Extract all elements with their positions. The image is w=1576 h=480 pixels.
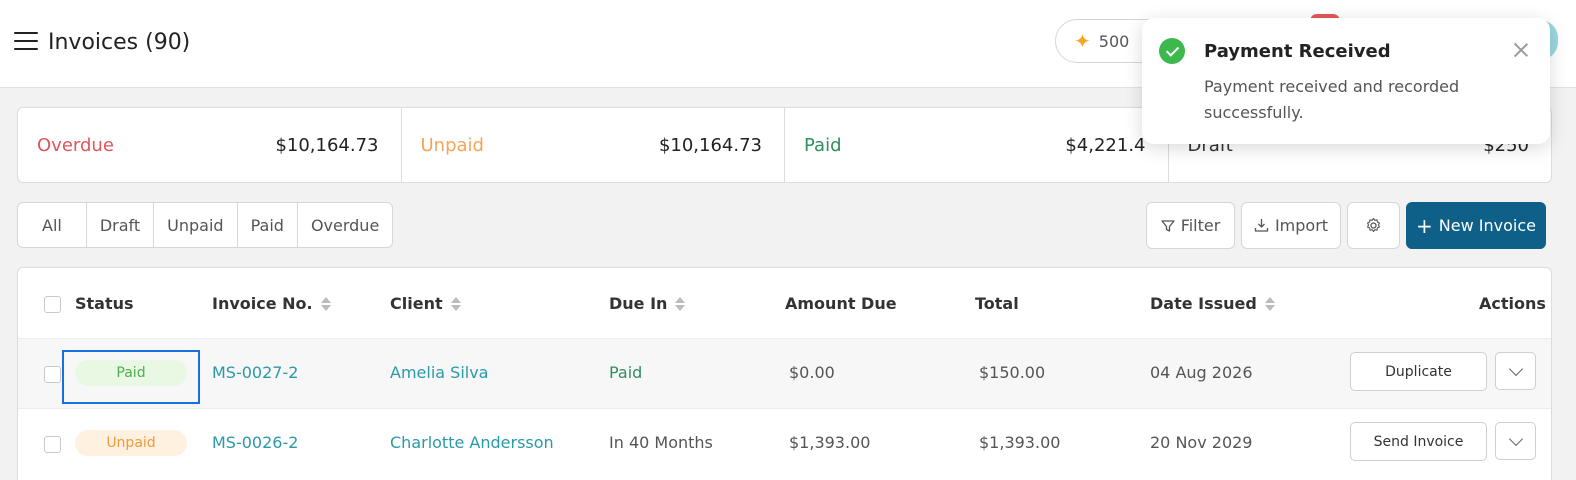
table-row[interactable]: Paid MS-0027-2 Amelia Silva Paid $0.00 $…: [18, 338, 1551, 408]
status-tabs: All Draft Unpaid Paid Overdue: [17, 202, 394, 248]
more-actions-button[interactable]: [1495, 422, 1536, 460]
column-header-client[interactable]: Client: [390, 294, 461, 313]
tab-unpaid[interactable]: Unpaid: [154, 203, 238, 247]
client-link[interactable]: Amelia Silva: [390, 363, 488, 382]
row-checkbox[interactable]: [44, 436, 61, 453]
menu-icon[interactable]: [14, 32, 38, 50]
summary-value: $4,221.4: [1065, 134, 1146, 156]
summary-overdue[interactable]: Overdue $10,164.73: [18, 108, 402, 182]
due-in: Paid: [609, 363, 643, 382]
credits-count: 500: [1098, 31, 1130, 51]
date-issued: 20 Nov 2029: [1150, 433, 1253, 452]
total: $1,393.00: [979, 433, 1061, 452]
column-header-date-issued[interactable]: Date Issued: [1150, 294, 1275, 313]
column-header-status: Status: [75, 294, 134, 313]
sort-icon: [450, 296, 461, 311]
total: $150.00: [979, 363, 1046, 382]
sort-icon: [320, 296, 331, 311]
amount-due: $1,393.00: [789, 433, 871, 452]
client-link[interactable]: Charlotte Andersson: [390, 433, 554, 452]
column-header-actions: Actions: [1479, 294, 1546, 313]
duplicate-button[interactable]: Duplicate: [1350, 352, 1487, 391]
summary-unpaid[interactable]: Unpaid $10,164.73: [402, 108, 785, 182]
import-label: Import: [1274, 216, 1329, 235]
chevron-down-icon: [1508, 361, 1523, 376]
row-checkbox[interactable]: [44, 366, 61, 383]
download-icon: [1254, 219, 1269, 232]
summary-paid[interactable]: Paid $4,221.4: [785, 108, 1169, 182]
new-invoice-label: New Invoice: [1438, 216, 1536, 235]
focus-outline: [62, 350, 200, 404]
due-in: In 40 Months: [609, 433, 713, 452]
check-circle-icon: [1159, 38, 1185, 64]
summary-label: Overdue: [37, 134, 114, 156]
column-header-invoice-no[interactable]: Invoice No.: [212, 294, 331, 313]
filter-label: Filter: [1180, 216, 1221, 235]
plus-icon: +: [1416, 213, 1433, 238]
date-issued: 04 Aug 2026: [1150, 363, 1253, 382]
select-all-checkbox[interactable]: [44, 296, 61, 313]
toast-message: Payment received and recorded successful…: [1204, 77, 1460, 122]
more-actions-button[interactable]: [1495, 352, 1536, 390]
gear-icon: [1367, 217, 1380, 233]
status-badge: Unpaid: [75, 430, 187, 456]
filter-icon: [1161, 219, 1175, 232]
invoices-table: Status Invoice No. Client Due In Amount …: [17, 267, 1552, 480]
summary-value: $10,164.73: [275, 134, 379, 156]
import-button[interactable]: Import: [1241, 202, 1341, 249]
summary-label: Unpaid: [420, 134, 484, 156]
tab-paid[interactable]: Paid: [238, 203, 298, 247]
table-row[interactable]: Unpaid MS-0026-2 Charlotte Andersson In …: [18, 408, 1551, 478]
chevron-down-icon: [1508, 431, 1523, 446]
page-title: Invoices (90): [48, 30, 191, 55]
amount-due: $0.00: [789, 363, 835, 382]
column-header-total: Total: [975, 294, 1019, 313]
tab-overdue[interactable]: Overdue: [298, 203, 392, 247]
sort-icon: [675, 296, 686, 311]
invoice-number-link[interactable]: MS-0026-2: [212, 433, 298, 452]
send-invoice-button[interactable]: Send Invoice: [1350, 422, 1487, 461]
sparkle-icon: ✦: [1074, 29, 1091, 53]
close-icon[interactable]: [1513, 42, 1529, 58]
new-invoice-button[interactable]: + New Invoice: [1406, 202, 1546, 249]
sort-icon: [1264, 296, 1275, 311]
toast-title: Payment Received: [1204, 41, 1391, 62]
tab-draft[interactable]: Draft: [87, 203, 155, 247]
summary-label: Paid: [804, 134, 842, 156]
settings-button[interactable]: [1347, 202, 1400, 249]
tab-all[interactable]: All: [18, 203, 87, 247]
column-header-amount-due: Amount Due: [785, 294, 897, 313]
toast-notification: Payment Received Payment received and re…: [1142, 18, 1550, 144]
summary-value: $10,164.73: [658, 134, 762, 156]
column-header-due-in[interactable]: Due In: [609, 294, 686, 313]
filter-button[interactable]: Filter: [1146, 202, 1235, 249]
invoice-number-link[interactable]: MS-0027-2: [212, 363, 298, 382]
